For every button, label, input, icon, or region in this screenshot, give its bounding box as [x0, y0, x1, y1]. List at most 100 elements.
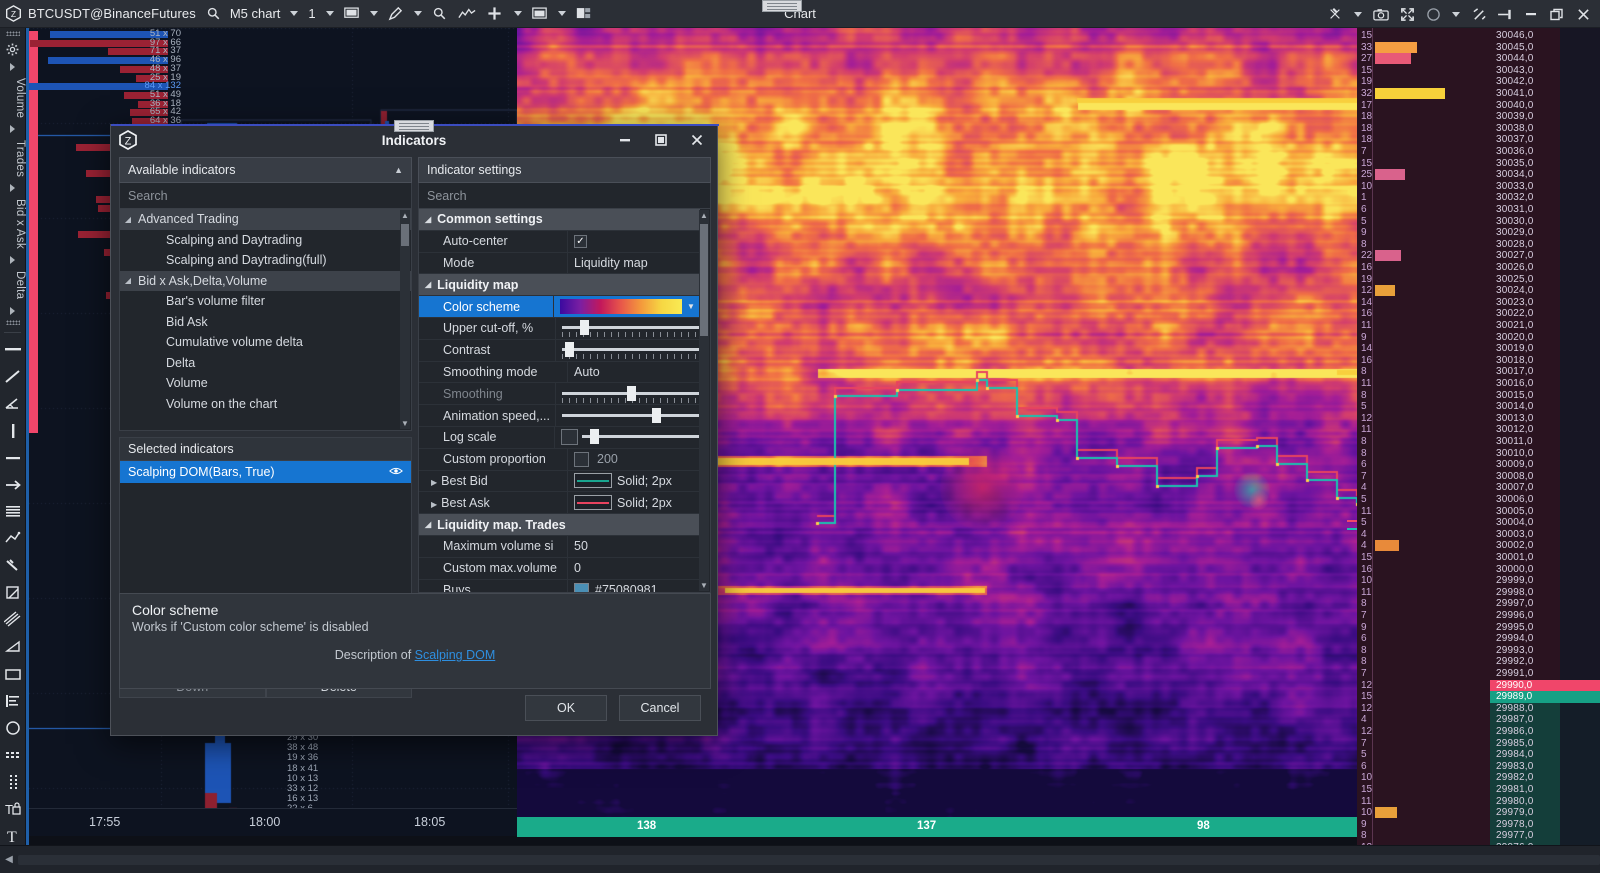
dom-row[interactable]: 11 [1357, 587, 1490, 599]
dom-row[interactable]: 8 [1357, 656, 1490, 668]
dom-row[interactable]: 6 [1357, 761, 1490, 773]
dom-row[interactable]: 18 [1357, 134, 1490, 146]
dom-row[interactable]: 12 [1357, 726, 1490, 738]
setting-value[interactable] [555, 340, 700, 361]
fib-extension-icon[interactable] [0, 688, 25, 715]
dom-row[interactable]: 11 [1357, 424, 1490, 436]
scroll-left-icon[interactable]: ◀ [0, 854, 18, 865]
dom-row[interactable]: 11 [1357, 320, 1490, 332]
dom-row[interactable]: 9 [1357, 332, 1490, 344]
tree-item-6[interactable]: Cumulative volume delta [120, 332, 411, 353]
dom-row[interactable]: 10 [1357, 807, 1490, 819]
gear-icon[interactable] [0, 38, 25, 60]
setting-value[interactable]: Solid; 2px [567, 492, 700, 513]
chevron-up-icon[interactable]: ▲ [394, 165, 403, 175]
dom-row[interactable]: 32 [1357, 88, 1490, 100]
setting-value[interactable]: 50 [567, 536, 700, 557]
dotted-grid-icon[interactable] [0, 742, 25, 769]
window-icon[interactable] [528, 0, 552, 28]
checkbox[interactable] [561, 429, 578, 445]
dom-ladder[interactable]: 1533271519321718181871525101659822161912… [1357, 28, 1490, 845]
dom-row[interactable]: 8 [1357, 830, 1490, 842]
dom-row[interactable]: 14 [1357, 297, 1490, 309]
collapse-triangle-icon[interactable]: ◢ [425, 520, 431, 529]
rail-grip-handle[interactable] [0, 28, 25, 38]
color-gradient-preview[interactable] [560, 299, 682, 314]
setting-value[interactable] [555, 318, 700, 339]
dom-row[interactable]: 12 [1357, 680, 1490, 692]
dom-row[interactable]: 22 [1357, 250, 1490, 262]
dom-row[interactable]: 5 [1357, 517, 1490, 529]
list-item[interactable]: Scalping DOM(Bars, True) [120, 461, 411, 483]
rail-expand-icon-4[interactable] [0, 304, 25, 318]
chevron-down-icon[interactable]: ▼ [682, 299, 700, 314]
rail-expand-icon-3[interactable] [0, 253, 25, 267]
dom-row[interactable]: 12 [1357, 413, 1490, 425]
dom-row[interactable]: 6 [1357, 204, 1490, 216]
dom-row[interactable]: 19 [1357, 76, 1490, 88]
dom-row[interactable]: 7 [1357, 738, 1490, 750]
setting-value[interactable]: ▼ [553, 296, 700, 317]
dom-row[interactable]: 8 [1357, 645, 1490, 657]
dom-row[interactable]: 18 [1357, 111, 1490, 123]
dom-row[interactable]: 33 [1357, 42, 1490, 54]
chevron-down-icon[interactable] [290, 11, 298, 16]
dom-row[interactable]: 10 [1357, 181, 1490, 193]
chevron-down-icon[interactable] [558, 11, 566, 16]
setting-row-color-scheme[interactable]: Color scheme▼ [419, 296, 700, 318]
dom-row[interactable]: 15 [1357, 552, 1490, 564]
chevron-down-icon[interactable] [1452, 12, 1460, 17]
dom-row[interactable]: 17 [1357, 100, 1490, 112]
dom-row[interactable]: 15 [1357, 691, 1490, 703]
sidebar-item-delta[interactable]: Delta [0, 267, 26, 303]
cancel-button[interactable]: Cancel [619, 695, 701, 721]
setting-row-common-settings[interactable]: ◢Common settings [419, 209, 700, 231]
close-icon[interactable] [1570, 0, 1596, 28]
expand-triangle-icon[interactable]: ◢ [120, 276, 136, 285]
rail-expand-icon-2[interactable] [0, 181, 25, 195]
slider-thumb[interactable] [652, 408, 661, 423]
dom-row[interactable]: 5 [1357, 494, 1490, 506]
description-link[interactable]: Scalping DOM [415, 648, 496, 662]
dom-row[interactable]: 4 [1357, 540, 1490, 552]
dom-row[interactable]: 25 [1357, 169, 1490, 181]
dom-row[interactable]: 11 [1357, 506, 1490, 518]
scroll-up-icon[interactable]: ▲ [400, 210, 410, 221]
dom-row[interactable]: 7 [1357, 471, 1490, 483]
dom-row[interactable]: 6 [1357, 633, 1490, 645]
setting-row-log-scale[interactable]: Log scale [419, 427, 700, 449]
arrow-icon[interactable] [0, 472, 25, 499]
line-style-preview[interactable] [574, 495, 612, 510]
dialog-drag-handle[interactable] [394, 120, 434, 132]
setting-row-best-ask[interactable]: ▶Best AskSolid; 2px [419, 492, 700, 514]
tree-group-3[interactable]: ◢Bid x Ask,Delta,Volume [120, 271, 411, 292]
fib-levels-icon[interactable] [0, 499, 25, 526]
expand-triangle-icon[interactable]: ▶ [431, 500, 437, 509]
dom-row[interactable]: 4 [1357, 714, 1490, 726]
vertical-dots-icon[interactable] [0, 769, 25, 796]
color-swatch[interactable] [574, 583, 589, 593]
dom-row[interactable]: 5 [1357, 749, 1490, 761]
expand-triangle-icon[interactable]: ▶ [431, 478, 437, 487]
setting-value[interactable]: Solid; 2px [567, 471, 700, 492]
sidebar-item-bid-x-ask[interactable]: Bid x Ask [0, 195, 26, 253]
timeframe-label[interactable]: M5 chart [226, 6, 285, 21]
settings-search-input[interactable]: Search [418, 183, 711, 209]
chevron-down-icon[interactable] [326, 11, 334, 16]
multiplier-label[interactable]: 1 [304, 6, 319, 21]
setting-value[interactable] [555, 405, 700, 426]
dom-row[interactable]: 8 [1357, 448, 1490, 460]
dom-row[interactable]: 15 [1357, 784, 1490, 796]
dom-row[interactable]: 16 [1357, 355, 1490, 367]
dom-row[interactable]: 16 [1357, 262, 1490, 274]
scrollbar-track[interactable] [18, 855, 1600, 865]
setting-row-buys[interactable]: Buys#75080981 [419, 580, 700, 593]
dom-row[interactable]: 4 [1357, 529, 1490, 541]
chevron-down-icon[interactable] [514, 11, 522, 16]
setting-row-smoothing-mode[interactable]: Smoothing modeAuto [419, 362, 700, 384]
dom-row[interactable]: 8 [1357, 239, 1490, 251]
slider-control[interactable] [582, 429, 700, 445]
setting-value[interactable]: Auto [567, 362, 700, 383]
settings-grid[interactable]: ◢Common settingsAuto-center✓ModeLiquidit… [418, 209, 711, 593]
setting-row-maximum-volume-si[interactable]: Maximum volume si50 [419, 536, 700, 558]
